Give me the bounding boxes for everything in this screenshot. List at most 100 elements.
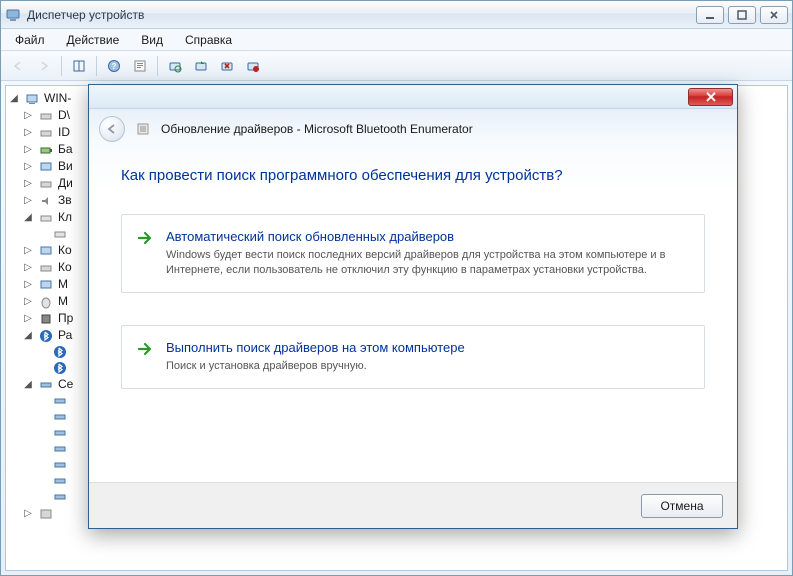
processor-icon <box>38 311 54 327</box>
expand-icon[interactable]: ▷ <box>22 259 34 276</box>
auto-search-title: Автоматический поиск обновленных драйвер… <box>166 229 688 244</box>
network-adapter-icon <box>52 441 68 457</box>
dialog-close-button[interactable] <box>688 88 733 106</box>
back-button[interactable] <box>99 116 125 142</box>
expand-icon[interactable]: ▷ <box>22 276 34 293</box>
toolbar-update-driver-button[interactable] <box>190 55 212 77</box>
network-adapter-icon <box>52 393 68 409</box>
device-icon <box>135 121 151 137</box>
tree-root-label: WIN- <box>44 90 71 107</box>
toolbar-properties-button[interactable] <box>129 55 151 77</box>
computer-icon <box>38 243 54 259</box>
tree-item-label: Се <box>58 376 73 393</box>
expand-icon[interactable]: ▷ <box>22 310 34 327</box>
app-icon <box>5 7 21 23</box>
bluetooth-icon <box>38 328 54 344</box>
expand-icon[interactable]: ▷ <box>22 242 34 259</box>
monitor-icon <box>38 277 54 293</box>
dialog-footer: Отмена <box>89 482 737 528</box>
tree-item-label: Кл <box>58 209 72 226</box>
computer-icon <box>24 91 40 107</box>
toolbar-uninstall-button[interactable] <box>216 55 238 77</box>
dialog-titlebar <box>89 85 737 109</box>
audio-icon <box>38 193 54 209</box>
browse-computer-title: Выполнить поиск драйверов на этом компью… <box>166 340 688 355</box>
dialog-body: Обновление драйверов - Microsoft Bluetoo… <box>89 109 737 528</box>
expand-icon[interactable]: ▷ <box>22 192 34 209</box>
dialog-heading: Как провести поиск программного обеспече… <box>121 167 705 184</box>
network-adapter-icon <box>52 473 68 489</box>
svg-text:?: ? <box>112 62 117 71</box>
collapse-icon[interactable]: ◢ <box>22 209 34 226</box>
ide-icon <box>38 125 54 141</box>
network-adapter-icon <box>52 489 68 505</box>
close-button[interactable] <box>760 6 788 24</box>
expand-icon[interactable]: ▷ <box>22 158 34 175</box>
controller-icon <box>38 260 54 276</box>
network-icon <box>38 377 54 393</box>
arrow-right-icon <box>136 229 154 247</box>
tree-item-label: М <box>58 276 68 293</box>
keyboard-icon <box>38 210 54 226</box>
expand-icon[interactable]: ▷ <box>22 293 34 310</box>
tree-item-label: Ра <box>58 327 72 344</box>
toolbar-help-button[interactable]: ? <box>103 55 125 77</box>
menubar: Файл Действие Вид Справка <box>1 29 792 51</box>
menu-view[interactable]: Вид <box>131 31 173 49</box>
tree-item-label: Ви <box>58 158 73 175</box>
tree-item-label: Ди <box>58 175 73 192</box>
dialog-breadcrumb-text: Обновление драйверов - Microsoft Bluetoo… <box>161 122 473 136</box>
browse-computer-option[interactable]: Выполнить поиск драйверов на этом компью… <box>121 325 705 389</box>
toolbar-separator <box>96 56 97 76</box>
browse-computer-desc: Поиск и установка драйверов вручную. <box>166 359 688 374</box>
menu-help[interactable]: Справка <box>175 31 242 49</box>
toolbar-show-hide-button[interactable] <box>68 55 90 77</box>
toolbar: ? <box>1 51 792 81</box>
toolbar-back-button[interactable] <box>7 55 29 77</box>
menu-action[interactable]: Действие <box>57 31 130 49</box>
menu-file[interactable]: Файл <box>5 31 55 49</box>
expand-icon[interactable]: ▷ <box>22 505 34 522</box>
toolbar-disable-button[interactable] <box>242 55 264 77</box>
tree-item-label: M <box>58 293 68 310</box>
battery-icon <box>38 142 54 158</box>
arrow-right-icon <box>136 340 154 358</box>
auto-search-option[interactable]: Автоматический поиск обновленных драйвер… <box>121 214 705 293</box>
window-controls <box>696 6 788 24</box>
tree-item-label: Ко <box>58 242 72 259</box>
tree-item-label: Зв <box>58 192 72 209</box>
toolbar-separator <box>61 56 62 76</box>
tree-item-label: D\ <box>58 107 70 124</box>
toolbar-scan-hardware-button[interactable] <box>164 55 186 77</box>
toolbar-forward-button[interactable] <box>33 55 55 77</box>
tree-item-label: Бa <box>58 141 73 158</box>
collapse-icon[interactable]: ◢ <box>22 376 34 393</box>
disk-icon <box>38 176 54 192</box>
titlebar: Диспетчер устройств <box>1 1 792 29</box>
maximize-button[interactable] <box>728 6 756 24</box>
tree-item-label: Ко <box>58 259 72 276</box>
network-adapter-icon <box>52 425 68 441</box>
expand-icon[interactable]: ▷ <box>22 175 34 192</box>
collapse-icon[interactable]: ◢ <box>22 327 34 344</box>
bluetooth-icon <box>52 344 68 360</box>
expand-icon[interactable]: ▷ <box>22 124 34 141</box>
cancel-button[interactable]: Отмена <box>641 494 723 518</box>
network-adapter-icon <box>52 409 68 425</box>
bluetooth-icon <box>52 360 68 376</box>
update-driver-dialog: Обновление драйверов - Microsoft Bluetoo… <box>88 84 738 529</box>
expand-icon[interactable]: ▷ <box>22 141 34 158</box>
auto-search-desc: Windows будет вести поиск последних верс… <box>166 248 688 278</box>
drive-icon <box>38 108 54 124</box>
mouse-icon <box>38 294 54 310</box>
network-adapter-icon <box>52 457 68 473</box>
collapse-icon[interactable]: ◢ <box>8 90 20 107</box>
expand-icon[interactable]: ▷ <box>22 107 34 124</box>
display-icon <box>38 159 54 175</box>
tree-item-label: ID <box>58 124 70 141</box>
keyboard-icon <box>52 226 68 242</box>
dialog-breadcrumb: Обновление драйверов - Microsoft Bluetoo… <box>89 109 737 149</box>
tree-item-label: Пр <box>58 310 73 327</box>
toolbar-separator <box>157 56 158 76</box>
minimize-button[interactable] <box>696 6 724 24</box>
